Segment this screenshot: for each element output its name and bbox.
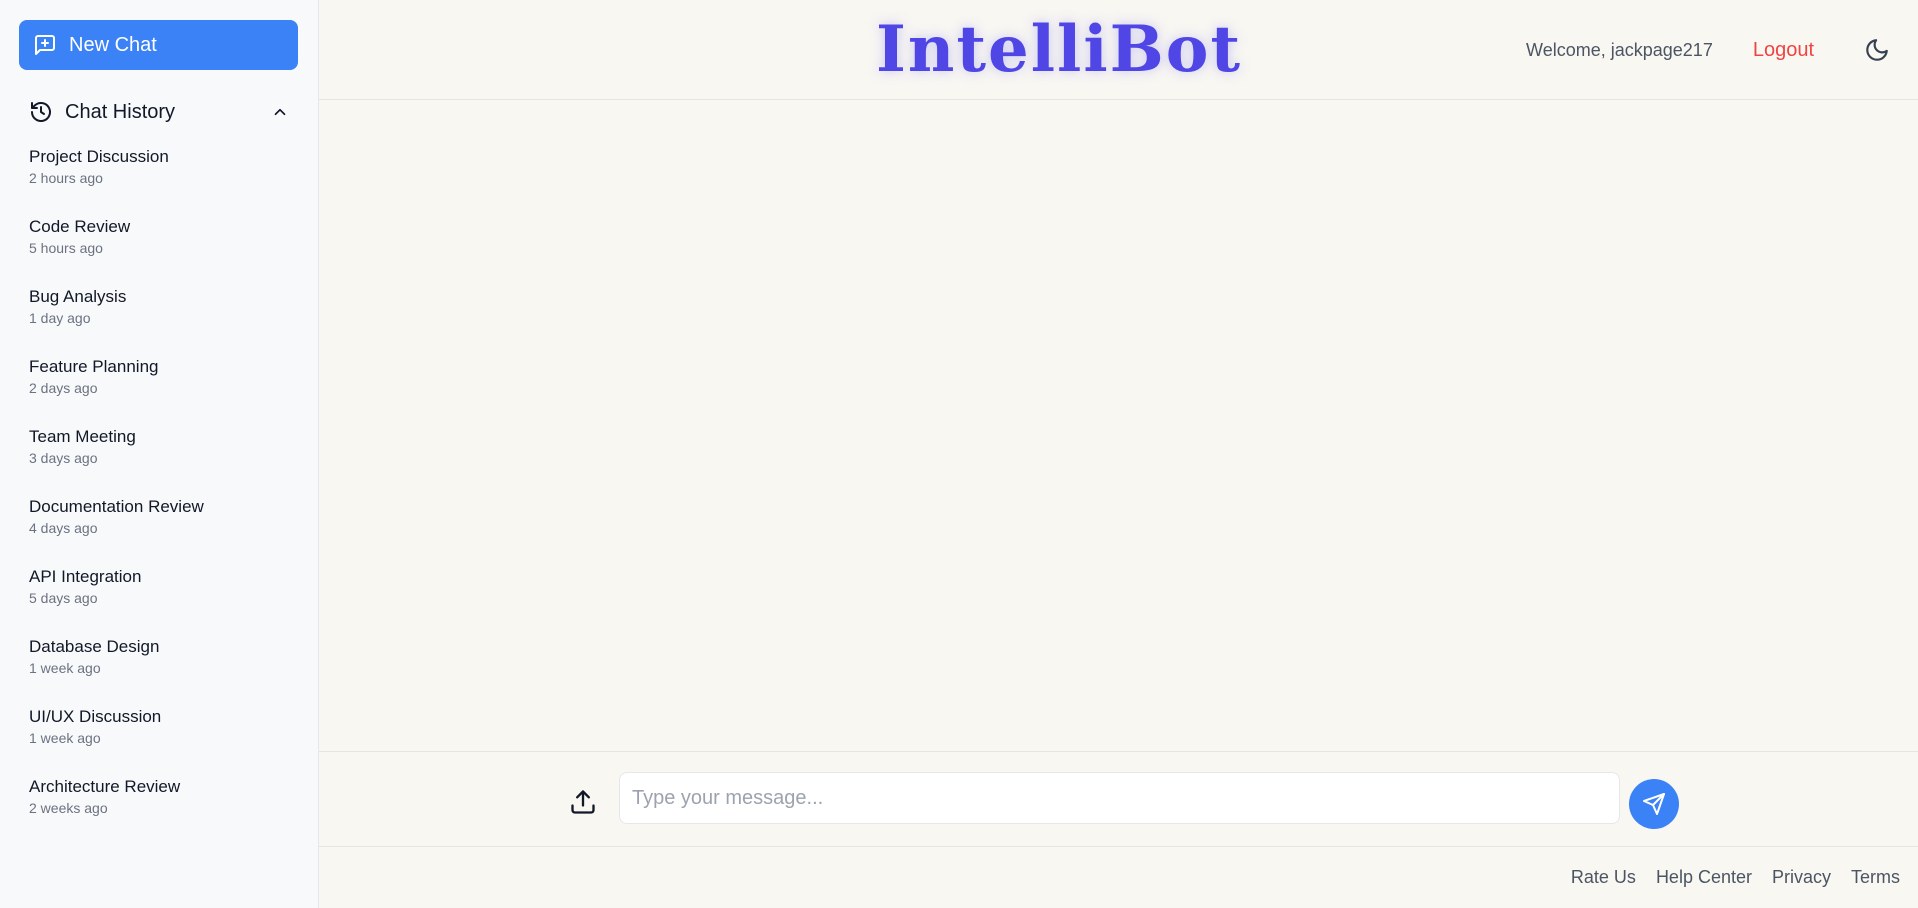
history-item-name: Team Meeting bbox=[29, 427, 136, 446]
footer: Rate Us Help Center Privacy Terms bbox=[319, 847, 1918, 908]
history-item-name: Code Review bbox=[29, 217, 131, 236]
chat-messages-area bbox=[319, 100, 1918, 751]
history-item-name: Architecture Review bbox=[29, 777, 181, 796]
history-item[interactable]: API Integration 5 days ago bbox=[19, 566, 299, 636]
send-button[interactable] bbox=[1629, 779, 1679, 829]
chevron-up-icon[interactable] bbox=[271, 103, 289, 121]
send-icon bbox=[1642, 792, 1666, 816]
history-item-time: 1 week ago bbox=[29, 660, 101, 676]
chat-history-toggle[interactable]: Chat History bbox=[19, 90, 299, 134]
history-item-name: Feature Planning bbox=[29, 357, 159, 376]
top-bar: IntelliBot Welcome, jackpage217 Logout bbox=[319, 0, 1918, 100]
logout-button[interactable]: Logout bbox=[1753, 39, 1814, 62]
app-root: New Chat Chat History Project Discussion bbox=[0, 0, 1918, 908]
history-item-time: 3 days ago bbox=[29, 450, 98, 466]
user-controls: Welcome, jackpage217 Logout bbox=[1526, 0, 1918, 100]
message-composer bbox=[319, 751, 1918, 847]
upload-icon[interactable] bbox=[569, 788, 597, 816]
footer-link-help-center[interactable]: Help Center bbox=[1656, 867, 1752, 888]
footer-link-rate-us[interactable]: Rate Us bbox=[1571, 867, 1636, 888]
welcome-text: Welcome, jackpage217 bbox=[1526, 39, 1713, 60]
history-item-time: 4 days ago bbox=[29, 520, 98, 536]
moon-icon[interactable] bbox=[1864, 37, 1890, 63]
chat-history-title: Chat History bbox=[65, 100, 176, 123]
history-item[interactable]: Bug Analysis 1 day ago bbox=[19, 286, 299, 356]
footer-link-privacy[interactable]: Privacy bbox=[1772, 867, 1831, 888]
history-item[interactable]: Documentation Review 4 days ago bbox=[19, 496, 299, 566]
history-item-time: 2 hours ago bbox=[29, 170, 103, 186]
sidebar: New Chat Chat History Project Discussion bbox=[0, 0, 319, 908]
history-item-name: API Integration bbox=[29, 567, 142, 586]
logo-container: IntelliBot bbox=[819, 14, 1299, 86]
history-item-time: 1 day ago bbox=[29, 310, 91, 326]
history-item-name: Documentation Review bbox=[29, 497, 204, 516]
history-item[interactable]: Feature Planning 2 days ago bbox=[19, 356, 299, 426]
chat-history-list: Project Discussion 2 hours ago Code Revi… bbox=[19, 146, 299, 846]
history-item[interactable]: UI/UX Discussion 1 week ago bbox=[19, 706, 299, 776]
history-item[interactable]: Database Design 1 week ago bbox=[19, 636, 299, 706]
history-item-time: 2 weeks ago bbox=[29, 800, 108, 816]
history-item-name: Project Discussion bbox=[29, 147, 169, 166]
history-item-name: UI/UX Discussion bbox=[29, 707, 162, 726]
history-item-name: Database Design bbox=[29, 637, 160, 656]
history-item-time: 5 hours ago bbox=[29, 240, 103, 256]
history-item-time: 5 days ago bbox=[29, 590, 98, 606]
history-item[interactable]: Architecture Review 2 weeks ago bbox=[19, 776, 299, 846]
main-panel: IntelliBot Welcome, jackpage217 Logout T… bbox=[319, 0, 1918, 908]
new-chat-button[interactable]: New Chat bbox=[19, 20, 298, 70]
history-item[interactable]: Project Discussion 2 hours ago bbox=[19, 146, 299, 216]
history-item[interactable]: Code Review 5 hours ago bbox=[19, 216, 299, 286]
history-item-name: Bug Analysis bbox=[29, 287, 127, 306]
history-item[interactable]: Team Meeting 3 days ago bbox=[19, 426, 299, 496]
footer-link-terms[interactable]: Terms bbox=[1851, 867, 1900, 888]
message-input[interactable] bbox=[619, 772, 1620, 824]
app-logo: IntelliBot bbox=[875, 12, 1243, 87]
new-chat-label: New Chat bbox=[69, 33, 157, 56]
history-item-time: 1 week ago bbox=[29, 730, 101, 746]
history-icon bbox=[29, 100, 53, 124]
message-plus-icon bbox=[33, 33, 57, 57]
history-item-time: 2 days ago bbox=[29, 380, 98, 396]
